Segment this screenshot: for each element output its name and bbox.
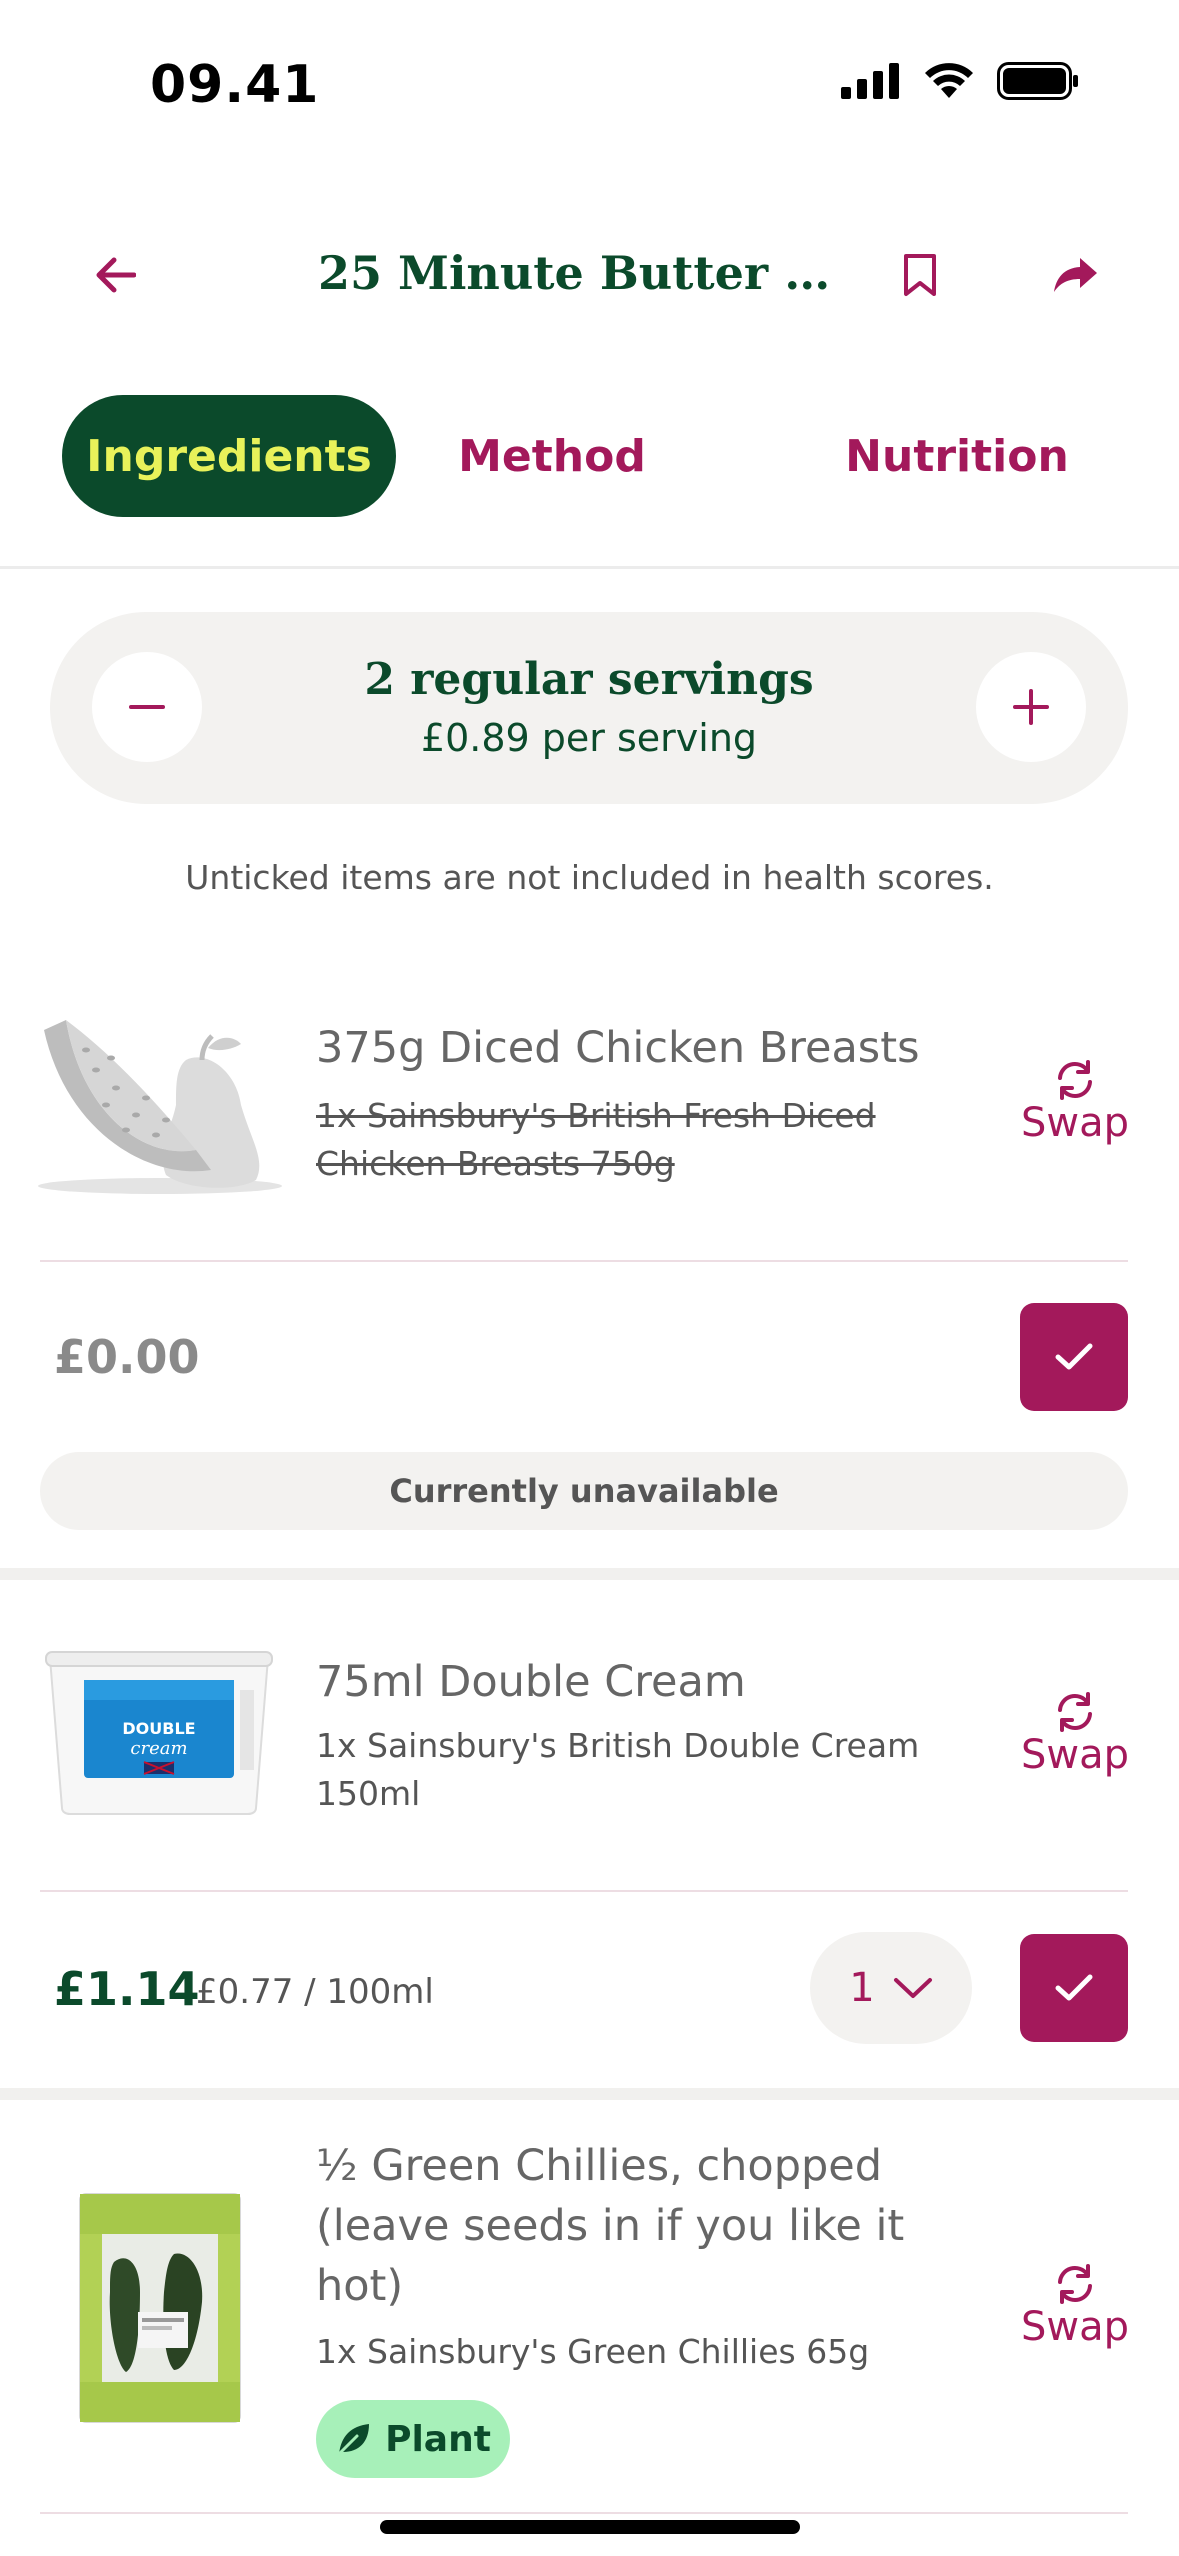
swap-label: Swap (1020, 2304, 1129, 2350)
plant-badge-label: Plant (385, 2418, 491, 2460)
chevron-down-icon (893, 1978, 932, 1998)
plant-badge: Plant (316, 2400, 510, 2478)
status-time: 09.41 (150, 55, 320, 115)
ingredient-name: 375g Diced Chicken Breasts (316, 1023, 920, 1073)
servings-control: 2 regular servings £0.89 per serving (50, 612, 1128, 804)
servings-count: 2 regular servings (364, 654, 814, 705)
double-cream-product-image: DOUBLE cream (45, 1651, 273, 1815)
swap-icon (1058, 1692, 1092, 1732)
tab-ingredients[interactable]: Ingredients (62, 395, 396, 517)
section-separator (0, 2088, 1179, 2100)
ingredient-product-line: 1x Sainsbury's Green Chillies 65g (316, 2332, 870, 2371)
checkmark-icon (1055, 1974, 1093, 2001)
ingredient-price: £1.14 (54, 1962, 200, 2016)
ingredient-product-line: 1x Sainsbury's British Double Cream (316, 1726, 920, 1765)
recipe-header: 25 Minute Butter Ch... (0, 220, 1179, 330)
recipe-tabs: Ingredients Method Nutrition (62, 395, 1122, 517)
swap-button[interactable]: Swap (1010, 1692, 1140, 1778)
price-per-serving: £0.89 per serving (420, 716, 758, 760)
swap-icon (1058, 1060, 1092, 1100)
page-title: 25 Minute Butter Ch... (318, 246, 858, 300)
svg-text:DOUBLE: DOUBLE (122, 1719, 195, 1738)
ingredient-price: £0.00 (54, 1330, 200, 1384)
tab-method[interactable]: Method (458, 395, 646, 517)
swap-icon (1058, 2264, 1092, 2304)
bookmark-button[interactable] (890, 240, 950, 310)
tabs-divider (0, 566, 1179, 569)
plus-icon (1013, 689, 1049, 725)
ingredient-product-line: 150ml (316, 1774, 421, 1813)
ingredient-product-line: Chicken Breasts 750g (316, 1144, 675, 1183)
increase-servings-button[interactable] (976, 652, 1086, 762)
status-icons (841, 62, 1079, 100)
home-indicator (380, 2520, 800, 2534)
signal-icon (841, 63, 899, 99)
swap-button[interactable]: Swap (1010, 2264, 1140, 2350)
wifi-icon (925, 63, 973, 98)
svg-text:cream: cream (130, 1738, 187, 1759)
unavailable-badge: Currently unavailable (40, 1452, 1128, 1530)
leaf-icon (337, 2424, 370, 2456)
unit-price: £0.77 / 100ml (196, 1972, 434, 2012)
item-divider (40, 2512, 1128, 2514)
swap-button[interactable]: Swap (1010, 1060, 1140, 1146)
green-chillies-product-image (79, 2193, 241, 2423)
ingredient-name: 75ml Double Cream (316, 1657, 746, 1707)
swap-label: Swap (1020, 1732, 1129, 1778)
ingredient-name-line: hot) (316, 2261, 404, 2311)
arrow-left-icon (96, 257, 136, 293)
quantity-dropdown[interactable]: 1 (810, 1932, 972, 2044)
swap-label: Swap (1020, 1100, 1129, 1146)
ingredient-product-line: 1x Sainsbury's British Fresh Diced (316, 1096, 876, 1135)
health-score-note: Unticked items are not included in healt… (185, 858, 994, 897)
status-bar: 09.41 (0, 0, 1179, 150)
quantity-value: 1 (849, 1965, 875, 2011)
share-icon (1054, 258, 1097, 292)
tab-nutrition[interactable]: Nutrition (822, 395, 1092, 517)
ingredient-name-line: (leave seeds in if you like it (316, 2201, 905, 2251)
bookmark-icon (904, 254, 936, 296)
placeholder-fruit-image (38, 1020, 282, 1194)
section-separator (0, 1568, 1179, 1580)
item-divider (40, 1890, 1128, 1892)
share-button[interactable] (1040, 240, 1110, 310)
ingredient-name-line: ½ Green Chillies, chopped (316, 2141, 883, 2191)
include-checkbox[interactable] (1020, 1934, 1128, 2042)
checkmark-icon (1055, 1343, 1093, 1370)
battery-icon (997, 62, 1078, 100)
include-checkbox[interactable] (1020, 1303, 1128, 1411)
item-divider (40, 1260, 1128, 1262)
back-button[interactable] (80, 240, 150, 310)
